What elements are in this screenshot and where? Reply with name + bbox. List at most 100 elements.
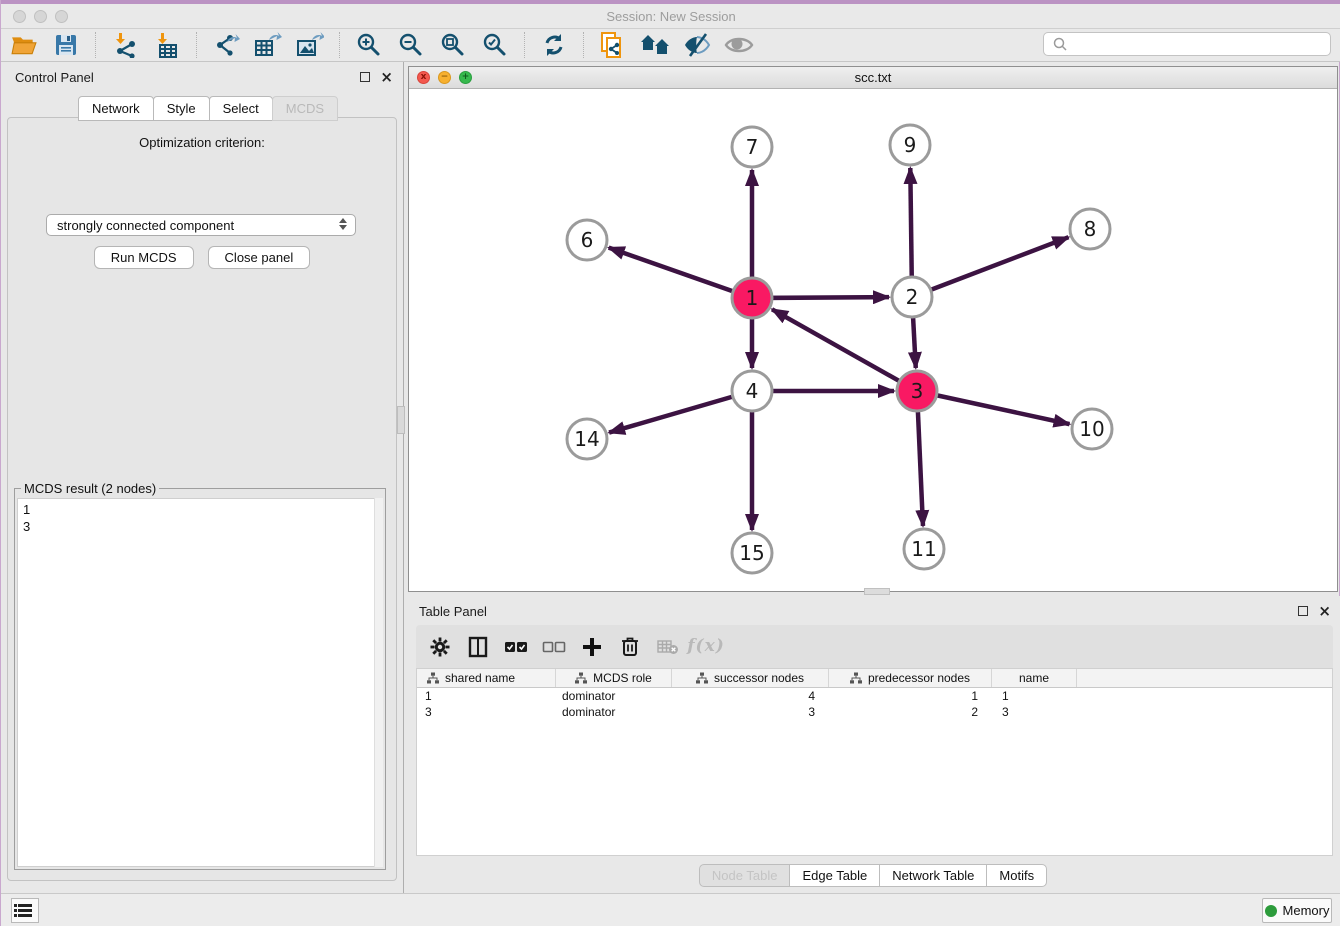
home-icon[interactable]	[640, 31, 670, 59]
graph-node-6[interactable]: 6	[567, 220, 607, 260]
edge-2-8[interactable]	[912, 237, 1069, 297]
tab-network-table[interactable]: Network Table	[879, 864, 987, 887]
result-scrollbar[interactable]	[374, 498, 383, 867]
horizontal-splitter-handle[interactable]	[864, 588, 890, 595]
graph-node-14[interactable]: 14	[567, 419, 607, 459]
table-cell[interactable]: 3	[672, 704, 829, 720]
toolbar-separator	[524, 32, 525, 58]
edge-3-10[interactable]	[917, 391, 1070, 424]
export-image-icon[interactable]	[295, 31, 325, 59]
edge-3-1[interactable]	[772, 309, 917, 391]
table-cell[interactable]: dominator	[556, 704, 672, 720]
tab-motifs[interactable]: Motifs	[986, 864, 1047, 887]
table-cell[interactable]: dominator	[556, 688, 672, 704]
copy-network-icon[interactable]	[598, 31, 628, 59]
float-table-panel-icon[interactable]	[1298, 606, 1308, 616]
hide-details-icon[interactable]	[682, 31, 712, 59]
table-body: 1dominator4113dominator323	[417, 688, 1332, 720]
close-table-panel-icon[interactable]: ×	[1318, 604, 1331, 619]
vertical-splitter-handle[interactable]	[397, 406, 405, 434]
search-field[interactable]	[1043, 32, 1331, 56]
memory-button[interactable]: Memory	[1262, 898, 1332, 923]
tab-style[interactable]: Style	[153, 96, 210, 121]
graph-node-9[interactable]: 9	[890, 125, 930, 165]
svg-text:8: 8	[1084, 217, 1097, 241]
table-tabs: Node TableEdge TableNetwork TableMotifs	[404, 864, 1340, 887]
column-header-shared-name[interactable]: shared name	[417, 669, 556, 687]
graph-node-4[interactable]: 4	[732, 371, 772, 411]
selected-criterion: strongly connected component	[57, 218, 234, 233]
zoom-fit-icon[interactable]	[438, 31, 468, 59]
tab-mcds[interactable]: MCDS	[272, 96, 338, 121]
table-cell[interactable]: 1	[829, 688, 992, 704]
table-cell[interactable]: 4	[672, 688, 829, 704]
graph-node-2[interactable]: 2	[892, 277, 932, 317]
zoom-out-icon[interactable]	[396, 31, 426, 59]
tab-network[interactable]: Network	[78, 96, 154, 121]
network-window-titlebar[interactable]: x − + scc.txt	[409, 67, 1337, 89]
optimization-criterion-select[interactable]: strongly connected component	[46, 214, 356, 236]
graph-node-11[interactable]: 11	[904, 529, 944, 569]
table-cell[interactable]: 1	[992, 688, 1077, 704]
table-header-row: shared nameMCDS rolesuccessor nodesprede…	[417, 669, 1332, 688]
tab-select[interactable]: Select	[209, 96, 273, 121]
table-cell[interactable]: 1	[417, 688, 556, 704]
task-history-button[interactable]	[11, 898, 39, 923]
open-session-icon[interactable]	[9, 31, 39, 59]
zoom-in-icon[interactable]	[354, 31, 384, 59]
export-network-icon[interactable]	[211, 31, 241, 59]
edge-1-6[interactable]	[609, 248, 752, 298]
column-header-predecessor-nodes[interactable]: predecessor nodes	[829, 669, 992, 687]
export-table-icon[interactable]	[253, 31, 283, 59]
search-input[interactable]	[1072, 34, 1330, 54]
save-session-icon[interactable]	[51, 31, 81, 59]
svg-text:11: 11	[911, 537, 936, 561]
table-panel-title: Table Panel	[419, 604, 487, 619]
edge-4-14[interactable]	[609, 391, 752, 433]
function-builder-icon[interactable]: f(x)	[694, 635, 718, 659]
table-row[interactable]: 1dominator411	[417, 688, 1332, 704]
close-panel-button[interactable]: Close panel	[208, 246, 311, 269]
column-header-mcds-role[interactable]: MCDS role	[556, 669, 672, 687]
tab-edge-table[interactable]: Edge Table	[789, 864, 880, 887]
close-panel-icon[interactable]: ×	[380, 70, 393, 85]
svg-text:10: 10	[1079, 417, 1104, 441]
table-row[interactable]: 3dominator323	[417, 704, 1332, 720]
hierarchy-icon	[696, 672, 708, 684]
column-chooser-icon[interactable]	[466, 635, 490, 659]
column-header-successor-nodes[interactable]: successor nodes	[672, 669, 829, 687]
table-cell[interactable]: 3	[417, 704, 556, 720]
table-cell[interactable]: 2	[829, 704, 992, 720]
tab-node-table[interactable]: Node Table	[699, 864, 791, 887]
network-graph[interactable]: 7 9 6 8 1 2 4 3 14 10 15 11	[409, 89, 1337, 591]
graph-node-10[interactable]: 10	[1072, 409, 1112, 449]
svg-text:14: 14	[574, 427, 599, 451]
run-mcds-button[interactable]: Run MCDS	[94, 246, 194, 269]
column-header-name[interactable]: name	[992, 669, 1077, 687]
float-panel-icon[interactable]	[360, 72, 370, 82]
node-table: shared nameMCDS rolesuccessor nodesprede…	[416, 668, 1333, 856]
deselect-all-icon[interactable]	[542, 635, 566, 659]
delete-column-icon[interactable]	[618, 635, 642, 659]
zoom-selected-icon[interactable]	[480, 31, 510, 59]
select-all-icon[interactable]	[504, 635, 528, 659]
graph-node-3[interactable]: 3	[897, 371, 937, 411]
graph-node-15[interactable]: 15	[732, 533, 772, 573]
delete-table-icon[interactable]	[656, 635, 680, 659]
mcds-result-list[interactable]: 1 3	[17, 498, 383, 867]
svg-text:4: 4	[746, 379, 759, 403]
svg-text:2: 2	[906, 285, 919, 309]
gear-icon[interactable]	[428, 635, 452, 659]
import-table-icon[interactable]	[152, 31, 182, 59]
import-network-icon[interactable]	[110, 31, 140, 59]
svg-text:9: 9	[904, 133, 917, 157]
add-column-icon[interactable]	[580, 635, 604, 659]
table-cell[interactable]: 3	[992, 704, 1077, 720]
graph-node-1[interactable]: 1	[732, 278, 772, 318]
graph-node-8[interactable]: 8	[1070, 209, 1110, 249]
graph-node-7[interactable]: 7	[732, 127, 772, 167]
hierarchy-icon	[850, 672, 862, 684]
show-details-icon[interactable]	[724, 31, 754, 59]
network-canvas[interactable]: 7 9 6 8 1 2 4 3 14 10 15 11	[409, 89, 1337, 591]
refresh-layout-icon[interactable]	[539, 31, 569, 59]
